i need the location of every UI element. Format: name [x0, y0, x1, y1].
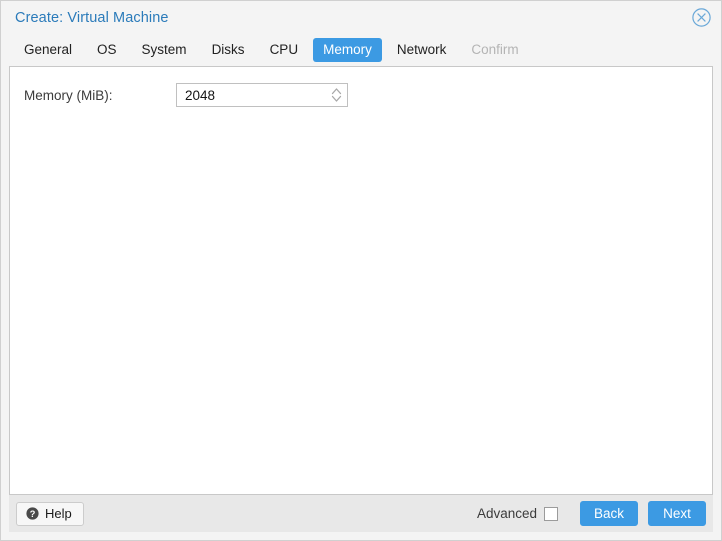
tab-system[interactable]: System	[132, 38, 197, 62]
wizard-tabbar: General OS System Disks CPU Memory Netwo…	[1, 34, 721, 66]
svg-text:?: ?	[30, 509, 36, 519]
tab-cpu[interactable]: CPU	[260, 38, 309, 62]
close-circle-icon[interactable]	[691, 7, 712, 28]
back-button[interactable]: Back	[580, 501, 638, 526]
spinner-up-down-icon[interactable]	[325, 84, 347, 106]
next-button[interactable]: Next	[648, 501, 706, 526]
memory-form-row: Memory (MiB):	[10, 67, 712, 107]
tab-confirm: Confirm	[471, 42, 519, 57]
advanced-label: Advanced	[476, 506, 537, 521]
memory-spinner[interactable]	[176, 83, 348, 107]
tab-memory[interactable]: Memory	[313, 38, 382, 62]
question-mark-circle-icon: ?	[26, 507, 39, 520]
dialog-title: Create: Virtual Machine	[15, 9, 169, 26]
help-button[interactable]: ? Help	[16, 501, 84, 526]
memory-field-label: Memory (MiB):	[24, 87, 113, 103]
help-button-label: Help	[45, 506, 72, 521]
tab-disks[interactable]: Disks	[202, 38, 255, 62]
memory-input[interactable]	[177, 84, 325, 106]
advanced-option: Advanced	[477, 506, 558, 521]
advanced-checkbox[interactable]	[544, 506, 558, 521]
dialog-titlebar: Create: Virtual Machine	[1, 1, 721, 34]
wizard-content-panel: Memory (MiB):	[9, 66, 713, 494]
tab-os[interactable]: OS	[87, 38, 127, 62]
tab-network[interactable]: Network	[387, 38, 457, 62]
dialog-toolbar: ? Help Advanced Back Next	[9, 494, 713, 532]
tab-general[interactable]: General	[14, 38, 82, 62]
create-virtual-machine-dialog: Create: Virtual Machine General OS Syste…	[0, 0, 722, 541]
